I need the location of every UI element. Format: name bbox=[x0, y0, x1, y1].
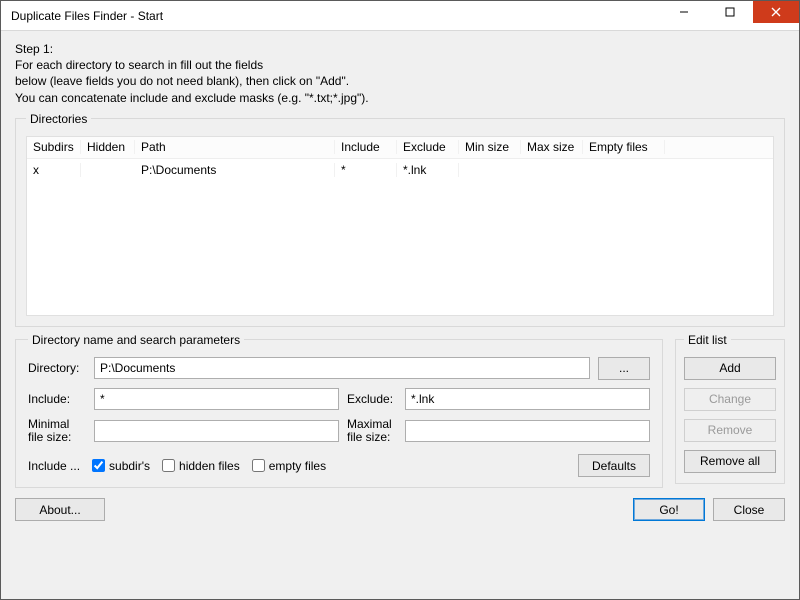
directories-table[interactable]: Subdirs Hidden Path Include Exclude Min … bbox=[26, 136, 774, 316]
close-window-button[interactable] bbox=[753, 1, 799, 23]
maxsize-input[interactable] bbox=[405, 420, 650, 442]
go-button[interactable]: Go! bbox=[633, 498, 705, 521]
col-include[interactable]: Include bbox=[335, 140, 397, 154]
col-minsize[interactable]: Min size bbox=[459, 140, 521, 154]
label-directory: Directory: bbox=[28, 361, 86, 375]
cell-subdirs: x bbox=[27, 163, 81, 177]
minimize-icon bbox=[679, 7, 689, 17]
close-icon bbox=[771, 7, 781, 17]
col-exclude[interactable]: Exclude bbox=[397, 140, 459, 154]
browse-button[interactable]: ... bbox=[598, 357, 650, 380]
step-text: Step 1: For each directory to search in … bbox=[15, 41, 785, 106]
maximize-icon bbox=[725, 7, 735, 17]
table-header: Subdirs Hidden Path Include Exclude Min … bbox=[27, 137, 773, 159]
label-min: Minimal file size: bbox=[28, 418, 86, 444]
subdirs-checkbox[interactable] bbox=[92, 459, 105, 472]
params-group: Directory name and search parameters Dir… bbox=[15, 333, 663, 488]
subdirs-text: subdir's bbox=[109, 459, 150, 473]
label-include: Include: bbox=[28, 392, 86, 406]
window-title: Duplicate Files Finder - Start bbox=[1, 9, 661, 23]
cell-include: * bbox=[335, 163, 397, 177]
app-window: Duplicate Files Finder - Start Step 1: F… bbox=[0, 0, 800, 600]
editlist-group: Edit list Add Change Remove Remove all bbox=[675, 333, 785, 484]
params-legend: Directory name and search parameters bbox=[28, 333, 244, 347]
cell-exclude: *.lnk bbox=[397, 163, 459, 177]
directories-legend: Directories bbox=[26, 112, 91, 126]
label-include-opts: Include ... bbox=[28, 459, 80, 473]
client-area: Step 1: For each directory to search in … bbox=[1, 31, 799, 599]
remove-button[interactable]: Remove bbox=[684, 419, 776, 442]
label-exclude: Exclude: bbox=[347, 392, 397, 406]
about-button[interactable]: About... bbox=[15, 498, 105, 521]
change-button[interactable]: Change bbox=[684, 388, 776, 411]
col-maxsize[interactable]: Max size bbox=[521, 140, 583, 154]
table-row[interactable]: x P:\Documents * *.lnk bbox=[27, 159, 773, 181]
empty-checkbox[interactable] bbox=[252, 459, 265, 472]
step-line1: For each directory to search in fill out… bbox=[15, 57, 785, 73]
col-hidden[interactable]: Hidden bbox=[81, 140, 135, 154]
empty-checkbox-label[interactable]: empty files bbox=[252, 459, 326, 473]
bottom-bar: About... Go! Close bbox=[15, 498, 785, 521]
hidden-checkbox-label[interactable]: hidden files bbox=[162, 459, 240, 473]
title-bar: Duplicate Files Finder - Start bbox=[1, 1, 799, 31]
col-path[interactable]: Path bbox=[135, 140, 335, 154]
hidden-checkbox[interactable] bbox=[162, 459, 175, 472]
directories-group: Directories Subdirs Hidden Path Include … bbox=[15, 112, 785, 327]
col-subdirs[interactable]: Subdirs bbox=[27, 140, 81, 154]
maximize-button[interactable] bbox=[707, 1, 753, 23]
directory-input[interactable] bbox=[94, 357, 590, 379]
include-input[interactable] bbox=[94, 388, 339, 410]
exclude-input[interactable] bbox=[405, 388, 650, 410]
minsize-input[interactable] bbox=[94, 420, 339, 442]
subdirs-checkbox-label[interactable]: subdir's bbox=[92, 459, 150, 473]
add-button[interactable]: Add bbox=[684, 357, 776, 380]
removeall-button[interactable]: Remove all bbox=[684, 450, 776, 473]
editlist-legend: Edit list bbox=[684, 333, 731, 347]
col-empty[interactable]: Empty files bbox=[583, 140, 665, 154]
step-heading: Step 1: bbox=[15, 41, 785, 57]
cell-path: P:\Documents bbox=[135, 163, 335, 177]
step-line2: below (leave fields you do not need blan… bbox=[15, 73, 785, 89]
hidden-text: hidden files bbox=[179, 459, 240, 473]
label-max: Maximal file size: bbox=[347, 418, 397, 444]
defaults-button[interactable]: Defaults bbox=[578, 454, 650, 477]
minimize-button[interactable] bbox=[661, 1, 707, 23]
close-button[interactable]: Close bbox=[713, 498, 785, 521]
step-line3: You can concatenate include and exclude … bbox=[15, 90, 785, 106]
empty-text: empty files bbox=[269, 459, 326, 473]
